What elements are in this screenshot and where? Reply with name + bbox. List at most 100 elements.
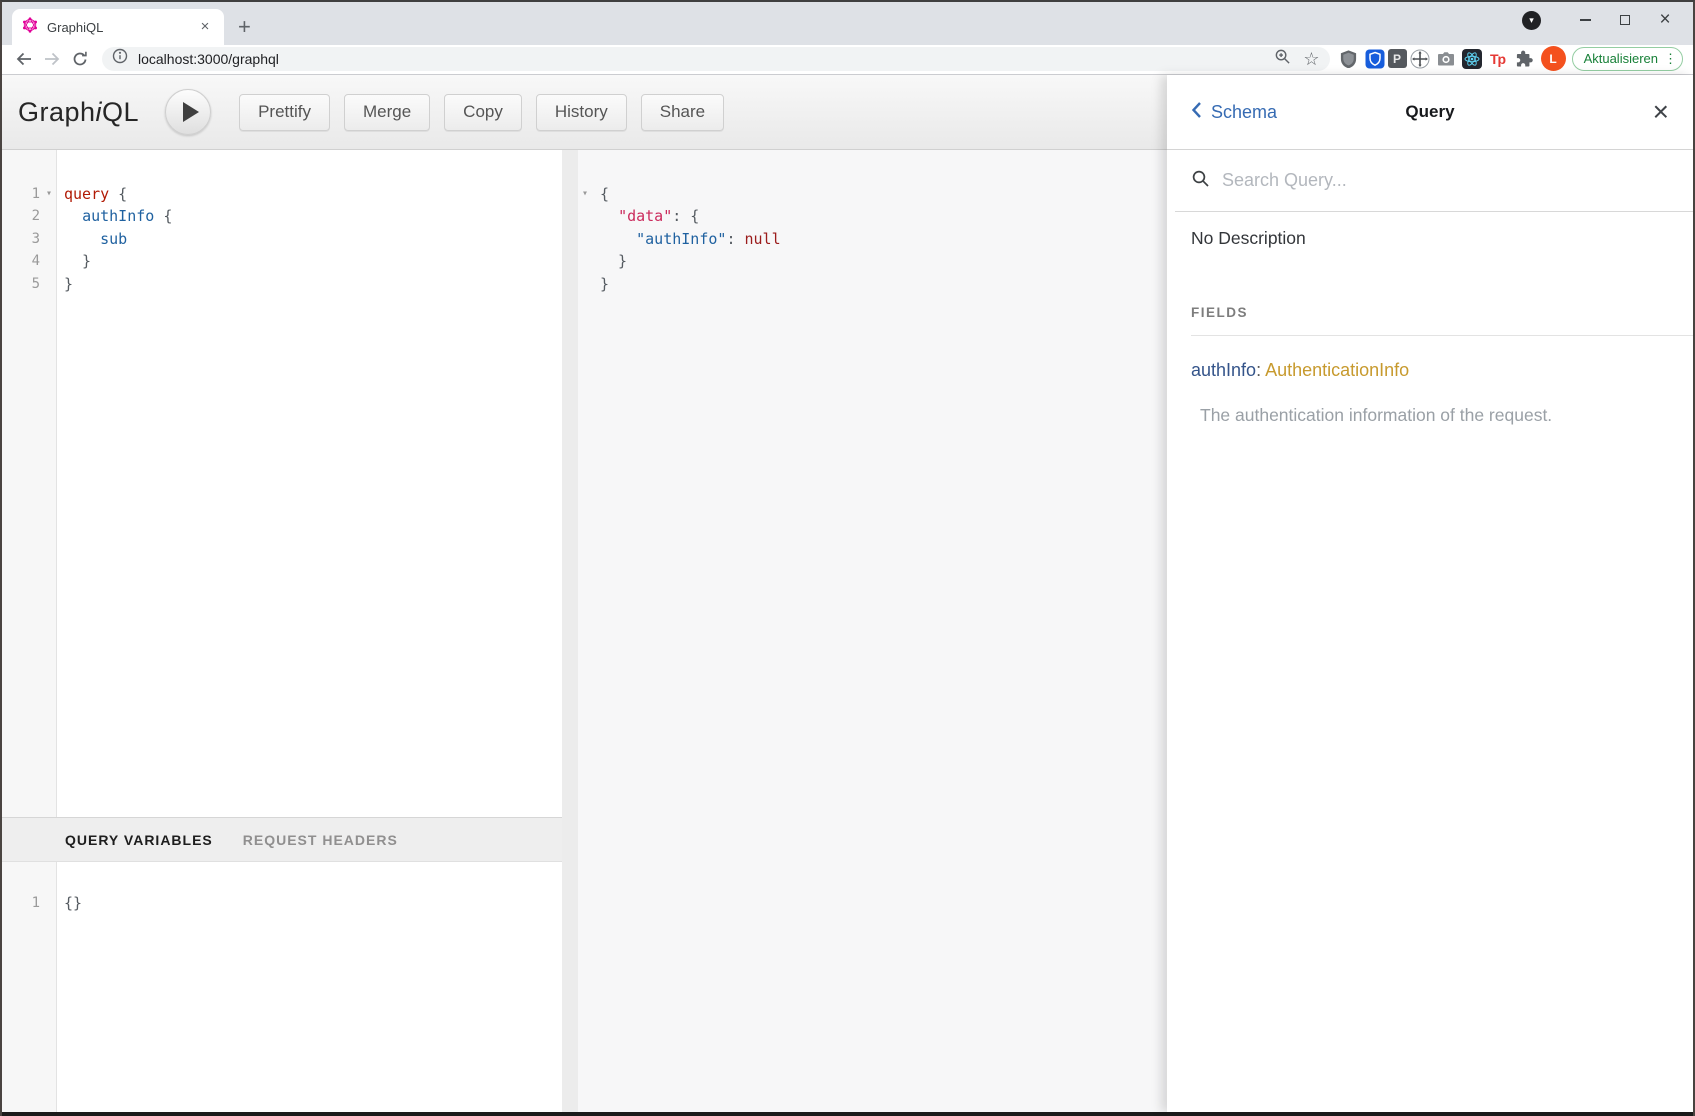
zoom-page-icon[interactable] [1274,48,1291,70]
code-line[interactable]: 2 authInfo { [2,205,562,227]
doc-back-label: Schema [1211,102,1277,123]
browser-window: GraphiQL × + ▾ × localhost:3000/graphql [0,0,1695,1116]
code-text: authInfo { [58,205,172,227]
search-icon [1191,169,1210,193]
browser-update-button[interactable]: Aktualisieren ⋮ [1572,47,1683,71]
code-line[interactable]: 3 sub [2,228,562,250]
extensions-puzzle-icon[interactable] [1511,47,1537,71]
history-button[interactable]: History [536,94,627,131]
reload-button[interactable] [66,47,94,71]
tab-request-headers[interactable]: REQUEST HEADERS [243,832,398,848]
browser-menu-dots-icon[interactable]: ⋮ [1664,51,1677,67]
omnibox[interactable]: localhost:3000/graphql ☆ [102,47,1330,71]
maximize-button[interactable] [1605,9,1645,31]
share-button[interactable]: Share [641,94,724,131]
type-description: No Description [1191,228,1669,249]
fold-arrow-icon[interactable]: ▾ [40,183,58,205]
move-crosshair-icon[interactable] [1407,47,1433,71]
field-colon: : [1256,360,1265,380]
graphiql-logo: GraphiQL [18,97,139,128]
tab-search-button[interactable]: ▾ [1522,11,1541,30]
bitwarden-icon[interactable] [1362,47,1388,71]
code-line: "authInfo": null [578,228,1167,250]
fold-gutter [578,205,592,227]
minimize-button[interactable] [1565,9,1605,31]
tampermonkey-icon[interactable]: Tp [1485,47,1511,71]
fold-gutter [578,250,592,272]
tab-query-variables[interactable]: QUERY VARIABLES [65,832,213,848]
code-text: "data": { [592,205,699,227]
back-button[interactable] [10,47,38,71]
toolbar-buttons: Prettify Merge Copy History Share [239,94,724,131]
doc-close-icon[interactable]: × [1653,99,1669,125]
adblock-shield-icon[interactable] [1336,47,1362,71]
url-text[interactable]: localhost:3000/graphql [138,51,279,67]
chevron-left-icon [1191,101,1202,124]
doc-search-input[interactable] [1222,170,1693,191]
code-text: { [592,183,609,205]
doc-explorer: Query Schema × No Description FIELDS [1167,75,1693,1112]
bookmark-star-icon[interactable]: ☆ [1303,50,1319,68]
variables-code[interactable]: 1 {} [2,862,562,914]
code-line[interactable]: 1▾query { [2,183,562,205]
update-label: Aktualisieren [1584,51,1658,66]
doc-explorer-header: Query Schema × [1167,75,1693,150]
prettify-button[interactable]: Prettify [239,94,330,131]
doc-back-link[interactable]: Schema [1191,101,1277,124]
code-text: {} [58,892,82,914]
graphiql-toolbar: GraphiQL Prettify Merge Copy History Sha… [2,75,1167,150]
field-type-link[interactable]: AuthenticationInfo [1265,360,1409,380]
response-pane: ▾{ "data": { "authInfo": null }} [578,150,1167,1112]
pane-resizer[interactable] [562,150,578,1112]
code-text: sub [58,228,127,250]
camera-extension-icon[interactable] [1433,47,1459,71]
line-number: 1 [2,183,40,205]
merge-button[interactable]: Merge [344,94,430,131]
code-line: "data": { [578,205,1167,227]
fold-gutter [40,205,58,227]
graphiql-app: GraphiQL Prettify Merge Copy History Sha… [2,75,1693,1112]
code-text: } [592,250,627,272]
maximize-icon [1620,15,1630,25]
fold-gutter [40,250,58,272]
graphql-favicon-icon [22,17,38,38]
fold-gutter [40,228,58,250]
doc-content: No Description FIELDS authInfo: Authenti… [1167,212,1693,426]
line-number: 2 [2,205,40,227]
forward-button[interactable] [38,47,66,71]
code-text: } [58,273,73,295]
line-number: 4 [2,250,40,272]
code-line[interactable]: 5} [2,273,562,295]
fold-arrow-icon[interactable]: ▾ [578,183,592,205]
code-line[interactable]: 1 {} [2,892,562,914]
field-name-link[interactable]: authInfo [1191,360,1256,380]
tab-strip: GraphiQL × + ▾ × [2,2,1693,45]
fold-gutter [40,892,58,914]
close-window-button[interactable]: × [1645,9,1685,31]
query-code[interactable]: 1▾query {2 authInfo {3 sub4 }5} [2,150,562,295]
profile-avatar[interactable]: L [1541,46,1566,71]
field-description: The authentication information of the re… [1191,405,1669,426]
variables-editor[interactable]: 1 {} [2,862,562,1112]
browser-tab[interactable]: GraphiQL × [12,9,224,45]
p-extension-icon[interactable]: P [1388,49,1407,68]
tab-close-icon[interactable]: × [196,18,214,36]
fields-divider [1191,335,1693,336]
graphiql-main: GraphiQL Prettify Merge Copy History Sha… [2,75,1167,1112]
query-editor[interactable]: 1▾query {2 authInfo {3 sub4 }5} [2,150,562,817]
react-devtools-icon[interactable] [1459,47,1485,71]
new-tab-button[interactable]: + [238,17,251,37]
page-info-icon[interactable] [112,48,128,69]
execute-query-button[interactable] [165,89,211,135]
line-number: 1 [2,892,40,914]
field-row: authInfo: AuthenticationInfo [1191,360,1669,381]
code-line[interactable]: 4 } [2,250,562,272]
copy-button[interactable]: Copy [444,94,522,131]
editor-panes: 1▾query {2 authInfo {3 sub4 }5} QUERY VA… [2,150,1167,1112]
tab-title: GraphiQL [38,20,196,35]
code-text: "authInfo": null [592,228,781,250]
code-line: } [578,250,1167,272]
line-number: 3 [2,228,40,250]
code-text: } [592,273,609,295]
fields-heading: FIELDS [1191,305,1669,320]
